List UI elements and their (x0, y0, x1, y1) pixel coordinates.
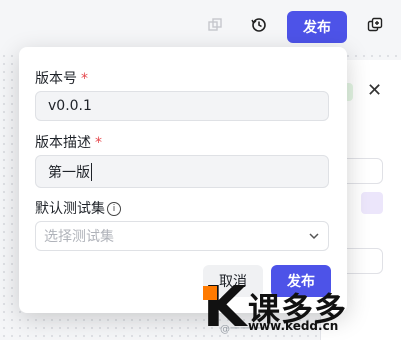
required-mark: * (95, 135, 102, 151)
top-toolbar: 发布 (0, 0, 401, 52)
text-cursor (91, 162, 92, 181)
testset-select[interactable]: 选择测试集 (35, 221, 329, 251)
version-input[interactable]: v0.0.1 (35, 91, 329, 121)
version-label: 版本号 * (35, 71, 88, 87)
required-mark: * (81, 71, 88, 87)
copy-icon[interactable] (364, 14, 386, 36)
chevron-down-icon (309, 233, 319, 240)
close-icon[interactable]: ✕ (367, 80, 382, 101)
description-input[interactable]: 第一版 (35, 155, 329, 188)
publish-button-top[interactable]: 发布 (287, 11, 347, 43)
panel-dropdown-toggle[interactable] (361, 192, 383, 214)
testset-label: 默认测试集 i (35, 198, 121, 218)
description-label: 版本描述 * (35, 135, 102, 151)
publish-dialog: 版本号 * v0.0.1 版本描述 * 第一版 默认测试集 i 选择测试集 取消 发布 (19, 47, 347, 313)
watermark-url: www.kedd.cn (248, 319, 339, 333)
info-icon[interactable]: i (107, 202, 121, 216)
history-icon[interactable] (248, 14, 270, 36)
duplicate-icon[interactable] (204, 14, 226, 36)
